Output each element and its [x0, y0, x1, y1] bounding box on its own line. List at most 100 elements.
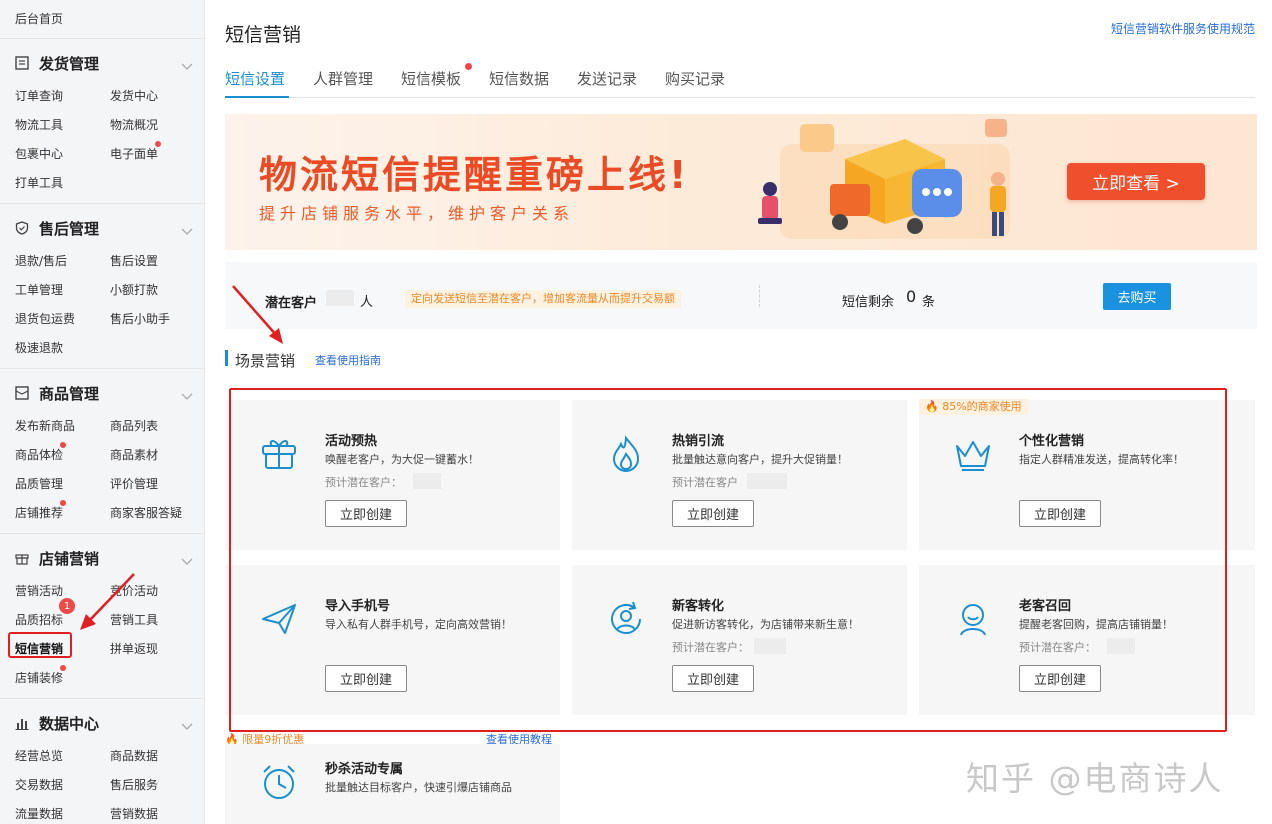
create-now-button[interactable]: 立即创建: [1019, 665, 1101, 692]
sidebar-item-print-tools[interactable]: 打单工具: [15, 174, 63, 191]
sidebar-item-trade-data[interactable]: 交易数据: [15, 776, 63, 793]
blurred-value: [754, 638, 786, 654]
sidebar-item-fast-refund[interactable]: 极速退款: [15, 339, 63, 356]
customer-icon: [960, 604, 986, 636]
promo-banner[interactable]: 物流短信提醒重磅上线! 提升店铺服务水平，维护客户关系 立即查看 >: [225, 114, 1257, 250]
watermark: 知乎 @电商诗人: [966, 759, 1224, 798]
sidebar-item-product-data[interactable]: 商品数据: [110, 747, 158, 764]
sidebar-item-traffic-data[interactable]: 流量数据: [15, 805, 63, 822]
scenario-card-import-phones: 导入手机号 导入私有人群手机号，定向高效营销！ 立即创建: [225, 565, 560, 715]
card-description: 导入私有人群手机号，定向高效营销！: [325, 618, 512, 631]
sidebar-item-order-query[interactable]: 订单查询: [15, 87, 63, 104]
section-marker: [225, 350, 228, 366]
card-title: 热销引流: [672, 434, 725, 449]
sidebar-item-parcel-center[interactable]: 包裹中心: [15, 145, 63, 162]
sidebar-item-small-payment[interactable]: 小额打款: [110, 281, 158, 298]
tab-bar: 短信设置 人群管理 短信模板 短信数据 发送记录 购买记录: [225, 66, 1255, 98]
card-edge: [1245, 565, 1255, 715]
sidebar-item-after-sales-assistant[interactable]: 售后小助手: [110, 310, 170, 327]
popularity-tag-text: 85%的商家使用: [942, 400, 1022, 413]
sidebar-item-marketing-tools[interactable]: 营销工具: [110, 611, 158, 628]
tab-sms-settings[interactable]: 短信设置: [225, 68, 285, 89]
sidebar-item-customer-qa[interactable]: 商家客服答疑: [110, 504, 182, 521]
popularity-tag: 🔥 85%的商家使用: [919, 399, 1028, 415]
sidebar-item-marketing-activities[interactable]: 营销活动: [15, 582, 63, 599]
sidebar-item-refund[interactable]: 退款/售后: [15, 252, 67, 269]
page-title: 短信营销: [225, 24, 302, 46]
sidebar-item-logistics-tools[interactable]: 物流工具: [15, 116, 63, 133]
tab-purchase-records[interactable]: 购买记录: [665, 68, 725, 89]
sidebar-item-quality[interactable]: 品质管理: [15, 475, 63, 492]
create-now-button[interactable]: 立即创建: [325, 500, 407, 527]
sidebar-section-after-sales[interactable]: 售后管理: [15, 217, 193, 239]
sidebar-item-logistics-overview[interactable]: 物流概况: [110, 116, 158, 133]
notification-dot: [60, 500, 66, 506]
service-terms-link[interactable]: 短信营销软件服务使用规范: [1111, 20, 1255, 37]
sidebar-section-data-center[interactable]: 数据中心: [15, 712, 193, 734]
sidebar: 后台首页 发货管理 订单查询 发货中心 物流工具 物流概况 包裹中心 电子面单 …: [0, 0, 205, 824]
sidebar-section-marketing[interactable]: 店铺营销: [15, 547, 193, 569]
box-icon: [15, 386, 29, 400]
potential-customers-unit: 人: [360, 295, 374, 310]
blurred-value: [747, 473, 787, 489]
delivery-truck-illustration: [758, 119, 1010, 239]
card-title: 个性化营销: [1019, 434, 1085, 449]
divider: [0, 698, 204, 699]
sidebar-item-return-shipping[interactable]: 退货包运费: [15, 310, 75, 327]
sidebar-item-marketing-data[interactable]: 营销数据: [110, 805, 158, 822]
sidebar-item-shop-recommend[interactable]: 店铺推荐: [15, 504, 63, 521]
chevron-down-icon: [181, 551, 193, 570]
card-description: 批量触达意向客户，提升大促销量！: [672, 453, 848, 466]
create-now-button[interactable]: 立即创建: [1019, 500, 1101, 527]
sidebar-item-shop-decoration[interactable]: 店铺装修: [15, 669, 63, 686]
paper-plane-icon: [262, 604, 296, 634]
sidebar-item-tickets[interactable]: 工单管理: [15, 281, 63, 298]
sidebar-item-cashback[interactable]: 拼单返现: [110, 640, 158, 657]
tab-templates[interactable]: 短信模板: [401, 68, 461, 89]
sidebar-item-after-sales-service[interactable]: 售后服务: [110, 776, 158, 793]
tab-audience[interactable]: 人群管理: [313, 68, 373, 89]
crown-icon: [956, 441, 990, 471]
sms-remaining-label: 短信剩余: [842, 295, 895, 310]
create-now-button[interactable]: 立即创建: [325, 665, 407, 692]
sidebar-section-shipping[interactable]: 发货管理: [15, 52, 193, 74]
sidebar-item-bidding[interactable]: 竞价活动: [110, 582, 158, 599]
sidebar-item-product-check[interactable]: 商品体检: [15, 446, 63, 463]
shield-icon: [15, 221, 29, 235]
sidebar-item-product-list[interactable]: 商品列表: [110, 417, 158, 434]
card-estimate-label: 预计潜在客户: [672, 476, 738, 489]
blurred-value: [326, 290, 354, 306]
view-now-button[interactable]: 立即查看 >: [1067, 163, 1205, 200]
alarm-clock-icon: [263, 765, 295, 799]
tab-sms-data[interactable]: 短信数据: [489, 68, 549, 89]
blurred-value: [1107, 638, 1135, 654]
sidebar-item-after-sales-settings[interactable]: 售后设置: [110, 252, 158, 269]
tab-send-records[interactable]: 发送记录: [577, 68, 637, 89]
sidebar-section-products[interactable]: 商品管理: [15, 382, 193, 404]
active-item-highlight: [8, 632, 72, 658]
sidebar-item-shipping-center[interactable]: 发货中心: [110, 87, 158, 104]
create-now-button[interactable]: 立即创建: [672, 500, 754, 527]
notification-dot: [60, 442, 66, 448]
card-description: 唤醒老客户，为大促一键蓄水！: [325, 453, 479, 466]
divider: [0, 38, 204, 39]
sidebar-item-e-waybill[interactable]: 电子面单: [110, 145, 158, 162]
chevron-down-icon: [181, 56, 193, 75]
sidebar-home-link[interactable]: 后台首页: [15, 10, 63, 27]
flame-icon: [612, 435, 640, 473]
sms-stats-bar: 潜在客户 人 定向发送短信至潜在客户，增加客流量从而提升交易额 短信剩余 0 条…: [225, 262, 1257, 329]
card-title: 导入手机号: [325, 599, 391, 614]
buy-sms-button[interactable]: 去购买: [1103, 283, 1171, 310]
sidebar-item-quality-bidding[interactable]: 品质招标: [15, 611, 63, 628]
sidebar-section-title: 发货管理: [39, 54, 100, 73]
card-title: 老客召回: [1019, 599, 1072, 614]
sidebar-item-reviews[interactable]: 评价管理: [110, 475, 158, 492]
sidebar-item-publish-product[interactable]: 发布新商品: [15, 417, 75, 434]
divider: [0, 533, 204, 534]
notification-badge: 1: [59, 598, 75, 614]
sidebar-item-product-assets[interactable]: 商品素材: [110, 446, 158, 463]
usage-guide-link[interactable]: 查看使用指南: [315, 352, 381, 368]
create-now-button[interactable]: 立即创建: [672, 665, 754, 692]
sidebar-item-business-overview[interactable]: 经营总览: [15, 747, 63, 764]
user-refresh-icon: [611, 601, 641, 634]
